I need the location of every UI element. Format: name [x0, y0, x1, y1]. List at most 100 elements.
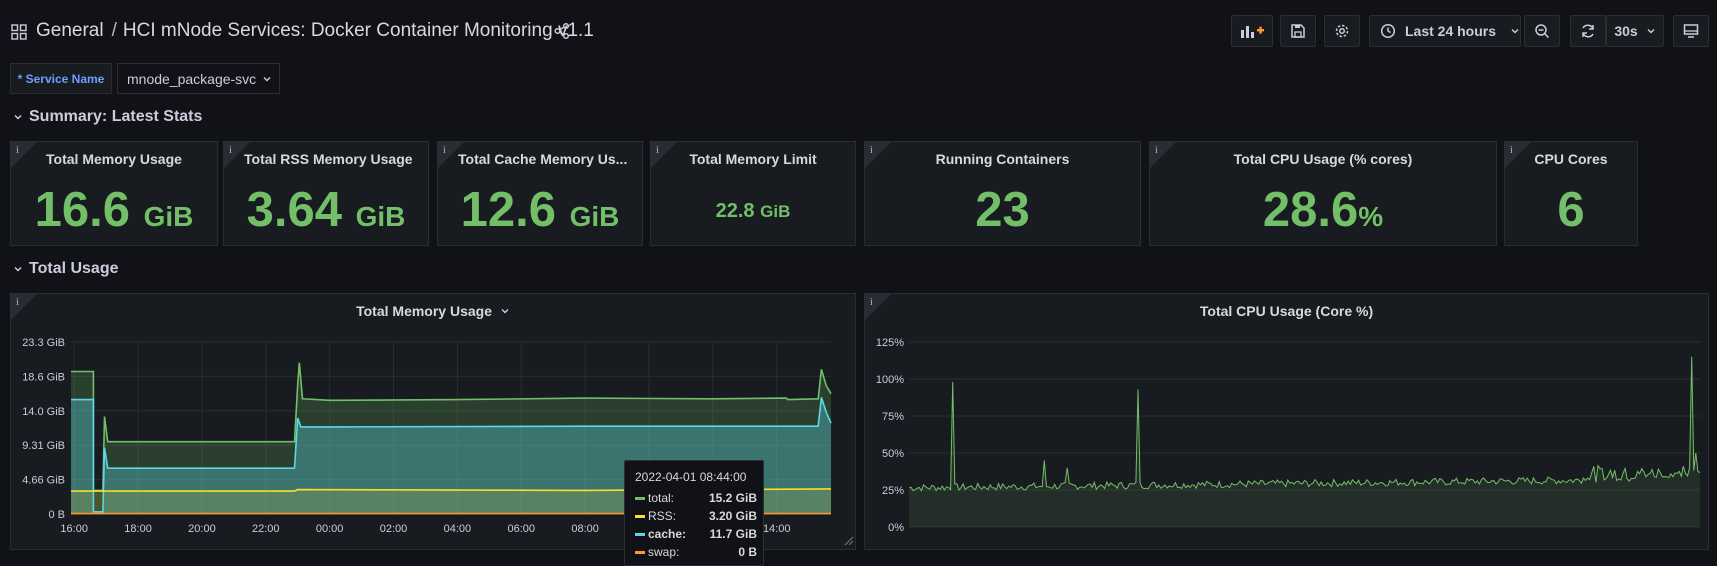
y-tick-label: 75% — [882, 411, 904, 423]
panel-title: Running Containers — [935, 151, 1070, 167]
tooltip-row-cache: cache: 11.7 GiB — [635, 525, 757, 543]
chart-tooltip: 2022-04-01 08:44:00 total: 15.2 GiB RSS:… — [624, 460, 764, 566]
stat-panel-cpu-cores[interactable]: i CPU Cores 6 — [1504, 141, 1638, 246]
tooltip-series-name: RSS: — [648, 509, 677, 523]
x-tick-label: 08:00 — [571, 523, 599, 535]
stat-number: 23 — [975, 183, 1030, 237]
save-icon — [1291, 24, 1305, 38]
stat-unit: GiB — [143, 201, 194, 232]
stat-unit: GiB — [760, 202, 791, 221]
stat-unit: % — [1358, 201, 1384, 232]
stat-value: 22.8 GiB — [651, 200, 855, 223]
chevron-down-icon — [14, 266, 22, 272]
stat-number: 3.64 — [246, 183, 342, 237]
stat-panel-memory-limit[interactable]: i Total Memory Limit 22.8 GiB — [650, 141, 856, 246]
stat-value: 23 — [865, 182, 1140, 238]
legend-swatch — [635, 496, 645, 500]
x-tick-label: 06:00 — [507, 523, 535, 535]
dashboard-title[interactable]: HCI mNode Services: Docker Container Mon… — [123, 20, 594, 41]
stat-number: 16.6 — [34, 183, 130, 237]
tooltip-series-name: total: — [648, 491, 675, 505]
legend-swatch — [635, 532, 645, 536]
x-tick-label: 14:00 — [763, 523, 791, 535]
stat-number: 6 — [1557, 183, 1585, 237]
tooltip-row-total: total: 15.2 GiB — [635, 489, 757, 507]
row-total-usage[interactable]: Total Usage — [13, 260, 119, 278]
resize-handle-icon — [844, 536, 854, 546]
stat-panel-running-containers[interactable]: i Running Containers 23 — [864, 141, 1141, 246]
y-tick-label: 0% — [888, 522, 904, 534]
x-tick-label: 00:00 — [316, 523, 344, 535]
x-tick-label: 22:00 — [252, 523, 280, 535]
stat-panel-cache-memory[interactable]: i Total Cache Memory Us... 12.6 GiB — [437, 141, 643, 246]
time-range-picker[interactable]: Last 24 hours — [1369, 15, 1521, 47]
y-tick-label: 0 B — [48, 509, 65, 521]
stat-panel-rss-memory[interactable]: i Total RSS Memory Usage 3.64 GiB — [223, 141, 429, 246]
breadcrumb-separator: / — [111, 20, 117, 41]
tooltip-series-value: 15.2 GiB — [708, 491, 757, 505]
service-name-select[interactable]: mnode_package-svc — [117, 63, 280, 94]
x-tick-label: 04:00 — [444, 523, 472, 535]
save-dashboard-button[interactable] — [1280, 15, 1316, 47]
share-icon[interactable] — [553, 22, 571, 40]
tooltip-series-name: swap: — [648, 545, 680, 559]
x-tick-label: 02:00 — [380, 523, 408, 535]
y-tick-label: 50% — [882, 448, 904, 460]
time-range-label: Last 24 hours — [1404, 23, 1497, 39]
stat-number: 28.6 — [1262, 183, 1359, 237]
x-tick-label: 18:00 — [124, 523, 152, 535]
row-summary[interactable]: Summary: Latest Stats — [13, 108, 202, 126]
panel-title: Total Memory Limit — [689, 151, 817, 167]
y-tick-label: 100% — [876, 374, 904, 386]
y-tick-label: 125% — [876, 337, 904, 349]
apps-grid-icon[interactable] — [11, 24, 27, 40]
add-panel-button[interactable] — [1231, 15, 1273, 47]
stat-unit: GiB — [569, 201, 620, 232]
refresh-interval-picker[interactable]: 30s — [1606, 15, 1664, 47]
gear-icon — [1335, 24, 1349, 38]
tooltip-series-value: 11.7 GiB — [709, 527, 757, 541]
cpu-usage-chart-panel[interactable]: i Total CPU Usage (Core %) 0% 25% 50% 75% 10… — [864, 293, 1709, 550]
stat-panel-total-memory[interactable]: i Total Memory Usage 16.6 GiB — [10, 141, 218, 246]
chevron-down-icon — [263, 76, 271, 81]
panel-title: CPU Cores — [1534, 151, 1608, 167]
row-total-usage-title: Total Usage — [29, 260, 119, 277]
zoom-out-button[interactable] — [1524, 15, 1560, 47]
panel-title: Total Memory Usage — [46, 151, 182, 167]
x-tick-label: 16:00 — [60, 523, 88, 535]
y-tick-label: 18.6 GiB — [22, 371, 65, 383]
chevron-down-icon — [1647, 29, 1655, 34]
tooltip-time: 2022-04-01 08:44:00 — [635, 470, 747, 484]
tooltip-series-value: 0 B — [738, 545, 757, 559]
stat-number: 22.8 — [715, 200, 755, 222]
panel-title: Total CPU Usage (% cores) — [1233, 151, 1413, 167]
monitor-icon — [1683, 24, 1699, 38]
stat-number: 12.6 — [460, 183, 556, 237]
stat-panel-cpu-usage[interactable]: i Total CPU Usage (% cores) 28.6% — [1149, 141, 1497, 246]
refresh-interval-label: 30s — [1614, 23, 1638, 39]
service-name-variable-label: * Service Name — [10, 63, 112, 94]
panel-title: Total Cache Memory Us... — [458, 151, 628, 167]
refresh-button[interactable] — [1570, 15, 1606, 47]
top-bar: General / HCI mNode Services: Docker Conta… — [0, 0, 1717, 62]
tv-mode-button[interactable] — [1673, 15, 1709, 47]
breadcrumb: General / HCI mNode Services: Docker Conta… — [36, 20, 594, 42]
series-area-cpu — [909, 356, 1700, 527]
stat-value: 6 — [1505, 182, 1637, 238]
stat-value: 16.6 GiB — [11, 182, 217, 238]
x-tick-label: 20:00 — [188, 523, 216, 535]
y-tick-label: 9.31 GiB — [22, 440, 65, 452]
y-tick-label: 23.3 GiB — [22, 337, 65, 349]
breadcrumb-folder[interactable]: General — [36, 20, 104, 41]
chevron-down-icon — [1511, 29, 1519, 34]
legend-swatch — [635, 550, 645, 554]
chevron-down-icon — [14, 114, 22, 120]
cpu-usage-chart[interactable]: 0% 25% 50% 75% 100% 125% — [865, 294, 1710, 551]
refresh-icon — [1582, 24, 1594, 38]
y-tick-label: 4.66 GiB — [22, 475, 65, 487]
tooltip-series-value: 3.20 GiB — [708, 509, 757, 523]
clock-icon — [1380, 23, 1396, 39]
dashboard-settings-button[interactable] — [1324, 15, 1360, 47]
legend-swatch — [635, 514, 645, 518]
tooltip-row-rss: RSS: 3.20 GiB — [635, 507, 757, 525]
